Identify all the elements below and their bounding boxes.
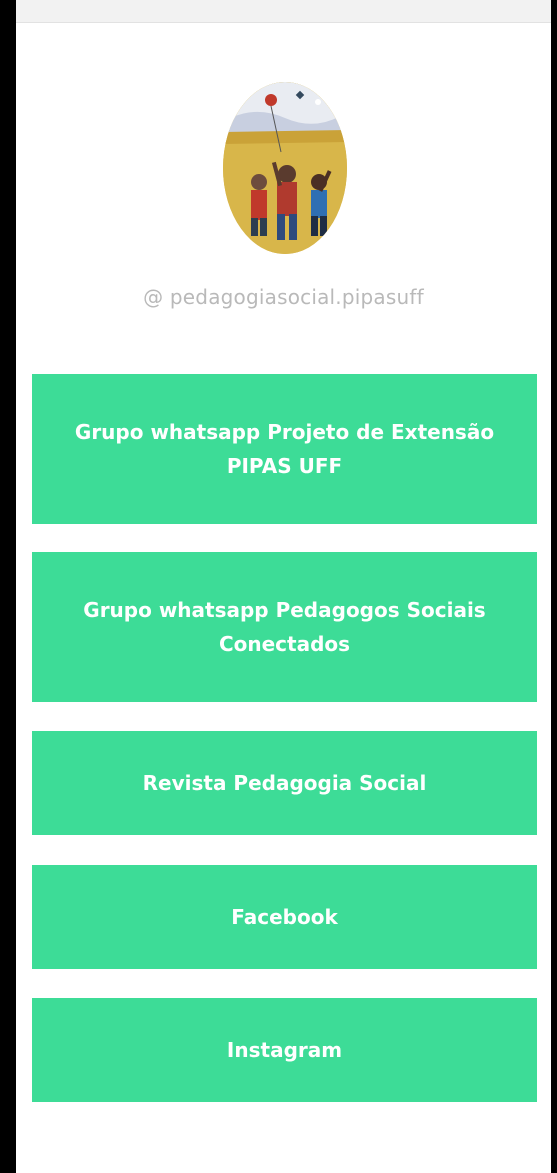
link-button-label: Revista Pedagogia Social (142, 771, 427, 795)
link-button-whatsapp-pipas[interactable]: Grupo whatsapp Projeto de Extensão PIPAS… (32, 374, 537, 524)
link-button-revista[interactable]: Revista Pedagogia Social (32, 731, 537, 835)
top-bar (16, 0, 551, 23)
link-button-label: Facebook (231, 905, 338, 929)
profile-handle: @ pedagogiasocial.pipasuff (143, 285, 424, 309)
link-button-label: Grupo whatsapp Pedagogos Sociais Conecta… (83, 598, 486, 656)
link-button-label: Grupo whatsapp Projeto de Extensão PIPAS… (74, 420, 495, 478)
profile-avatar[interactable] (223, 82, 347, 254)
link-button-label: Instagram (226, 1038, 343, 1062)
device-frame-left (0, 0, 16, 1173)
link-button-whatsapp-pedagogos[interactable]: Grupo whatsapp Pedagogos Sociais Conecta… (32, 552, 537, 702)
children-flying-kites-painting-icon (223, 82, 347, 254)
link-button-facebook[interactable]: Facebook (32, 865, 537, 969)
link-button-instagram[interactable]: Instagram (32, 998, 537, 1102)
link-page: @ pedagogiasocial.pipasuff Grupo whatsap… (16, 0, 551, 1173)
device-frame-right (551, 0, 557, 1173)
